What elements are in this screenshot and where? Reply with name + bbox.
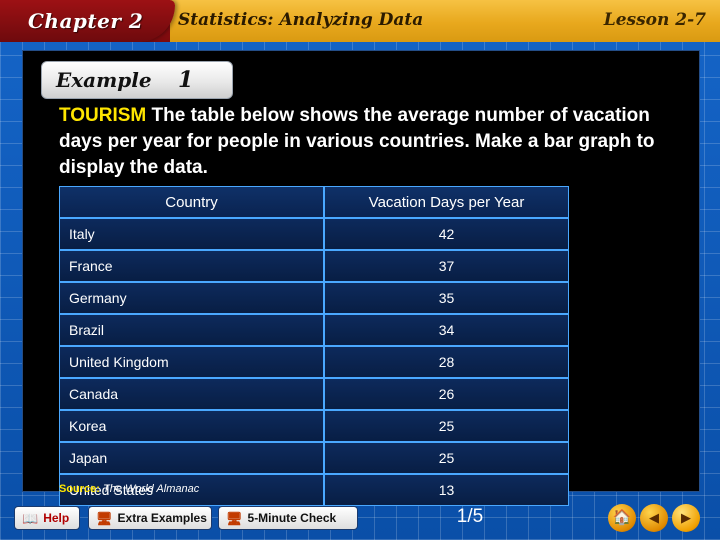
table-row: Brazil 34: [59, 314, 569, 346]
source-note: Source: The World Almanac: [59, 483, 199, 495]
cell-country: Brazil: [59, 314, 324, 346]
monitor-icon: 🖥: [96, 510, 113, 526]
five-minute-check-button[interactable]: 🖥 5-Minute Check: [218, 506, 358, 530]
cell-value: 25: [324, 442, 569, 474]
cell-value: 26: [324, 378, 569, 410]
cell-country: Canada: [59, 378, 324, 410]
prompt-keyword: TOURISM: [59, 105, 147, 126]
table-row: Italy 42: [59, 218, 569, 250]
header-title: Statistics: Analyzing Data: [178, 10, 424, 30]
cell-country: United Kingdom: [59, 346, 324, 378]
next-arrow-icon: ▶: [681, 510, 691, 525]
next-slide-button[interactable]: ▶: [672, 504, 700, 532]
table-body: Italy 42 France 37 Germany 35 Brazil 34: [59, 218, 569, 506]
help-button-label: Help: [43, 511, 70, 525]
help-button[interactable]: 📖 Help: [14, 506, 80, 530]
cell-value: 35: [324, 282, 569, 314]
cell-value: 34: [324, 314, 569, 346]
table-row: France 37: [59, 250, 569, 282]
cell-value: 28: [324, 346, 569, 378]
vacation-days-table: Country Vacation Days per Year Italy 42 …: [59, 186, 569, 506]
previous-arrow-icon: ◀: [649, 510, 659, 525]
cell-country: Germany: [59, 282, 324, 314]
monitor-icon: 🖥: [226, 510, 243, 526]
extra-examples-label: Extra Examples: [117, 511, 207, 525]
home-icon: 🏠: [612, 509, 632, 526]
slide-content: Example 1 TOURISM The table below shows …: [22, 50, 700, 506]
table-header-row: Country Vacation Days per Year: [59, 186, 569, 218]
problem-prompt: TOURISM The table below shows the averag…: [59, 103, 679, 181]
home-button[interactable]: 🏠: [608, 504, 636, 532]
table-row: United Kingdom 28: [59, 346, 569, 378]
chapter-label: Chapter 2: [28, 9, 144, 33]
data-table-wrapper: Country Vacation Days per Year Italy 42 …: [59, 186, 569, 506]
cell-country: Italy: [59, 218, 324, 250]
cell-country: France: [59, 250, 324, 282]
extra-examples-button[interactable]: 🖥 Extra Examples: [88, 506, 212, 530]
table-row: Korea 25: [59, 410, 569, 442]
table-row: Canada 26: [59, 378, 569, 410]
header-bar: Chapter 2 Statistics: Analyzing Data Les…: [0, 0, 720, 42]
example-word: Example: [56, 68, 152, 92]
cell-value: 37: [324, 250, 569, 282]
source-label: Source:: [59, 483, 100, 495]
five-minute-check-label: 5-Minute Check: [247, 511, 337, 525]
source-text: The World Almanac: [103, 483, 200, 495]
column-header-country: Country: [59, 186, 324, 218]
table-row: Germany 35: [59, 282, 569, 314]
cell-country: Korea: [59, 410, 324, 442]
cell-value: 42: [324, 218, 569, 250]
prompt-body: The table below shows the average number…: [59, 105, 655, 178]
column-header-vacation-days: Vacation Days per Year: [324, 186, 569, 218]
example-badge: Example 1: [41, 61, 233, 99]
example-number: 1: [178, 67, 194, 93]
page-indicator: 1/5: [456, 506, 484, 527]
chapter-tab: Chapter 2: [0, 0, 175, 42]
cell-value: 25: [324, 410, 569, 442]
book-icon: 📖: [22, 510, 39, 526]
previous-slide-button[interactable]: ◀: [640, 504, 668, 532]
header-lesson-label: Lesson 2-7: [603, 10, 706, 30]
table-row: Japan 25: [59, 442, 569, 474]
footer-bar: 📖 Help 🖥 Extra Examples 🖥 5-Minute Check…: [0, 498, 720, 540]
slide-page: Chapter 2 Statistics: Analyzing Data Les…: [0, 0, 720, 540]
cell-country: Japan: [59, 442, 324, 474]
